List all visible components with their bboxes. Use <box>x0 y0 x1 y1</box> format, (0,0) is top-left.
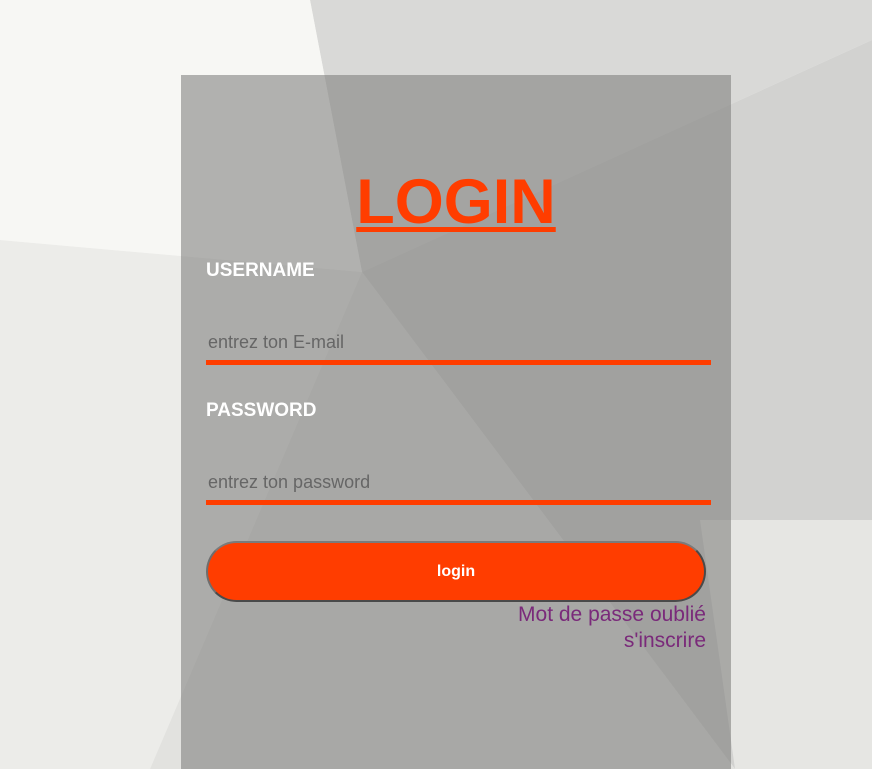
username-input[interactable] <box>206 325 711 365</box>
username-label: USERNAME <box>206 260 315 281</box>
login-title: LOGIN <box>356 167 556 237</box>
password-label: PASSWORD <box>206 400 317 421</box>
auth-links: Mot de passe oublié s'inscrire <box>518 602 706 654</box>
signup-link[interactable]: s'inscrire <box>518 628 706 654</box>
login-button[interactable]: login <box>206 541 706 602</box>
forgot-password-link[interactable]: Mot de passe oublié <box>518 602 706 628</box>
login-card: LOGIN USERNAME PASSWORD login Mot de pas… <box>181 75 731 769</box>
password-input[interactable] <box>206 465 711 505</box>
page-background: LOGIN USERNAME PASSWORD login Mot de pas… <box>0 0 872 769</box>
